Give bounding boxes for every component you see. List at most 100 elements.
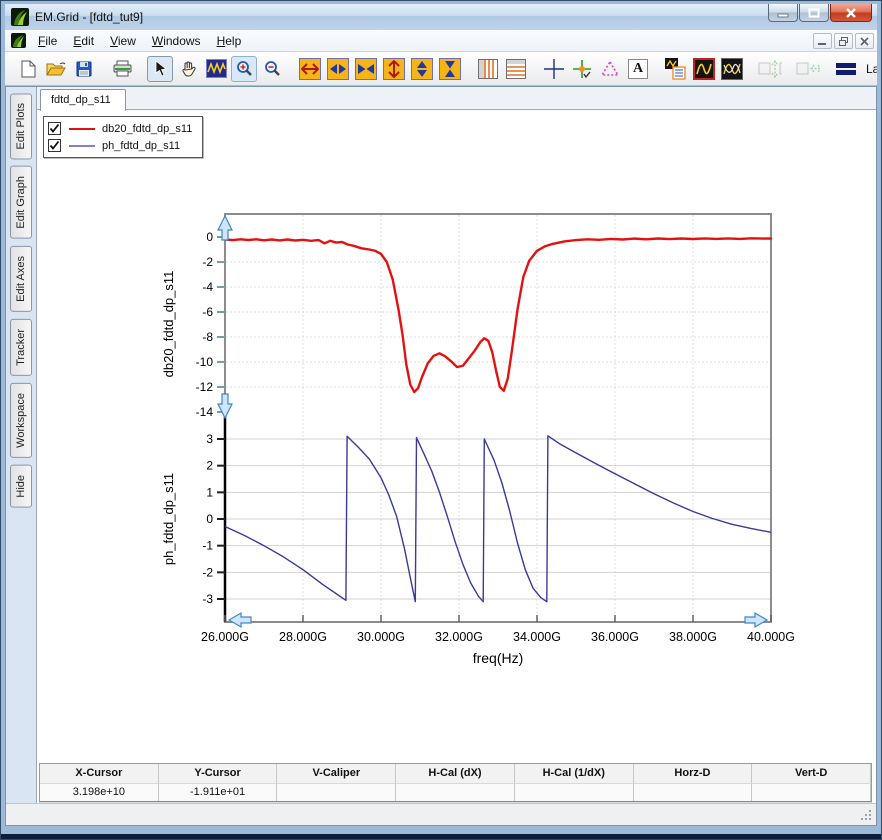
status-value-h-cal-1dx [515, 783, 634, 802]
pan-hand-button[interactable] [175, 56, 201, 82]
app-logo-icon-small [11, 33, 26, 48]
status-strip [6, 803, 876, 825]
svg-text:36.000G: 36.000G [591, 630, 639, 644]
legend-item-ph: ph_fdtd_dp_s11 [48, 137, 198, 154]
menu-file[interactable]: File [30, 31, 65, 51]
minimize-button[interactable] [768, 4, 798, 22]
svg-text:28.000G: 28.000G [279, 630, 327, 644]
plot-canvas[interactable]: 0-2-4-6-8-10-12-143210-1-2-326.000G28.00… [153, 202, 813, 667]
svg-text:-6: -6 [202, 305, 213, 319]
single-trace-view-button[interactable] [691, 56, 717, 82]
stretch-y-axis-button[interactable] [409, 56, 435, 82]
print-button[interactable] [109, 56, 135, 82]
toolbar: A Layout [5, 52, 877, 86]
svg-text:-2: -2 [202, 255, 213, 269]
title-bar[interactable]: EM.Grid - [fdtd_tut9] [5, 4, 877, 30]
status-value-row: 3.198e+10 -1.911e+01 [40, 783, 871, 802]
legend-editor-button[interactable] [663, 56, 689, 82]
app-window: EM.Grid - [fdtd_tut9] File Edit View Win… [0, 0, 882, 840]
save-button[interactable] [71, 56, 97, 82]
text-annotation-button[interactable]: A [625, 56, 651, 82]
sidebar-item-edit-axes[interactable]: Edit Axes [10, 246, 32, 312]
status-header-h-cal-1dx: H-Cal (1/dX) [515, 764, 634, 783]
status-header-h-cal-dx: H-Cal (dX) [396, 764, 515, 783]
select-arrow-button[interactable] [147, 56, 173, 82]
expand-y-axis-button[interactable] [381, 56, 407, 82]
close-button[interactable] [830, 4, 872, 22]
menu-windows[interactable]: Windows [144, 31, 209, 51]
svg-text:-2: -2 [202, 565, 213, 579]
mdi-minimize-button[interactable] [813, 33, 832, 49]
svg-text:-1: -1 [202, 539, 213, 553]
zoom-out-button[interactable] [259, 56, 285, 82]
legend-checkbox-ph[interactable] [48, 139, 61, 152]
layout-label[interactable]: Layout [866, 62, 877, 76]
client-area: Edit Plots Edit Graph Edit Axes Tracker … [5, 86, 877, 826]
svg-text:2: 2 [206, 459, 213, 473]
horizontal-grid-button[interactable] [503, 56, 529, 82]
resize-grip[interactable] [860, 809, 873, 822]
plot-document: fdtd_dp_s11 db20_fdtd_dp_s11 ph_fdtd_dp_… [36, 87, 876, 803]
menu-bar: File Edit View Windows Help [5, 30, 877, 52]
stretch-x-axis-button[interactable] [325, 56, 351, 82]
tracker-marker-button[interactable] [569, 56, 595, 82]
maximize-button[interactable] [799, 4, 829, 22]
app-logo-icon [11, 8, 29, 26]
crosshair-cursor-button[interactable] [541, 56, 567, 82]
svg-text:-14: -14 [196, 405, 214, 419]
mdi-close-button[interactable] [855, 33, 874, 49]
caliper-triangle-button[interactable] [597, 56, 623, 82]
svg-text:26.000G: 26.000G [201, 630, 249, 644]
open-file-button[interactable] [43, 56, 69, 82]
menu-edit[interactable]: Edit [65, 31, 102, 51]
y-axis-junction-handle-icon[interactable] [218, 394, 232, 418]
svg-text:-3: -3 [202, 592, 213, 606]
menu-help[interactable]: Help [209, 31, 250, 51]
svg-text:0: 0 [206, 512, 213, 526]
window-bottom-edge [1, 834, 881, 839]
align-vertical-button[interactable] [757, 56, 783, 82]
zoom-in-button[interactable] [231, 56, 257, 82]
sidebar-item-edit-plots[interactable]: Edit Plots [10, 93, 32, 159]
svg-text:38.000G: 38.000G [669, 630, 717, 644]
expand-x-axis-button[interactable] [297, 56, 323, 82]
svg-text:-10: -10 [196, 355, 214, 369]
shrink-y-axis-button[interactable] [437, 56, 463, 82]
svg-text:-4: -4 [202, 280, 213, 294]
legend-label-ph: ph_fdtd_dp_s11 [102, 140, 180, 152]
align-horizontal-button[interactable] [795, 56, 821, 82]
svg-text:40.000G: 40.000G [747, 630, 795, 644]
sidebar-item-hide[interactable]: Hide [10, 465, 32, 508]
tab-strip: fdtd_dp_s11 [37, 87, 876, 110]
sidebar-item-tracker[interactable]: Tracker [10, 319, 32, 376]
x-axis-left-handle-icon[interactable] [229, 613, 251, 627]
sidebar: Edit Plots Edit Graph Edit Axes Tracker … [6, 87, 36, 825]
svg-text:1: 1 [206, 485, 213, 499]
sidebar-item-edit-graph[interactable]: Edit Graph [10, 166, 32, 239]
status-value-h-cal-dx [396, 783, 515, 802]
multi-trace-view-button[interactable] [719, 56, 745, 82]
menu-view[interactable]: View [102, 31, 144, 51]
shrink-x-axis-button[interactable] [353, 56, 379, 82]
window-title: EM.Grid - [fdtd_tut9] [35, 10, 143, 24]
sidebar-item-workspace[interactable]: Workspace [10, 383, 32, 458]
svg-text:3: 3 [206, 432, 213, 446]
legend-checkbox-db20[interactable] [48, 122, 61, 135]
svg-text:0: 0 [206, 230, 213, 244]
svg-text:ph_fdtd_dp_s11: ph_fdtd_dp_s11 [161, 473, 176, 565]
status-value-vert-d [752, 783, 871, 802]
new-file-button[interactable] [15, 56, 41, 82]
svg-text:-12: -12 [196, 380, 214, 394]
mdi-window-controls [811, 33, 874, 49]
vertical-grid-button[interactable] [475, 56, 501, 82]
svg-text:db20_fdtd_dp_s11: db20_fdtd_dp_s11 [161, 271, 176, 378]
svg-text:30.000G: 30.000G [357, 630, 405, 644]
tab-fdtd-dp-s11[interactable]: fdtd_dp_s11 [40, 89, 126, 111]
status-header-vert-d: Vert-D [752, 764, 871, 783]
x-axis-right-handle-icon[interactable] [745, 613, 767, 627]
mdi-restore-button[interactable] [834, 33, 853, 49]
status-value-y-cursor: -1.911e+01 [159, 783, 278, 802]
layout-icon[interactable] [833, 56, 859, 82]
svg-text:freq(Hz): freq(Hz) [473, 650, 524, 666]
zoom-window-button[interactable] [203, 56, 229, 82]
